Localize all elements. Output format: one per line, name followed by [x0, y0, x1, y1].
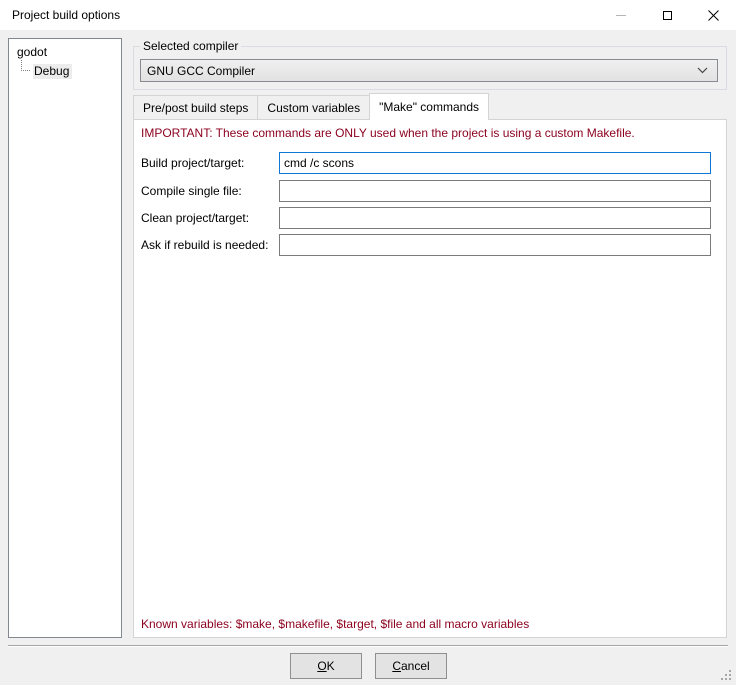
makefile-warning-text: IMPORTANT: These commands are ONLY used …: [141, 126, 635, 140]
compile-single-file-input[interactable]: [279, 180, 711, 202]
tab-pre-post-build-steps[interactable]: Pre/post build steps: [133, 95, 258, 120]
maximize-button[interactable]: [644, 0, 690, 30]
maximize-icon: [663, 11, 672, 20]
tab-label: Custom variables: [267, 101, 360, 115]
resize-grip[interactable]: [719, 668, 732, 681]
tree-item-label: godot: [17, 45, 47, 59]
ask-if-rebuild-needed-label: Ask if rebuild is needed:: [141, 237, 268, 253]
compile-single-file-label: Compile single file:: [141, 183, 242, 199]
tree-item-project[interactable]: godot: [9, 44, 121, 61]
titlebar: Project build options: [0, 0, 736, 30]
ok-button[interactable]: OK: [290, 653, 362, 679]
make-commands-panel: IMPORTANT: These commands are ONLY used …: [133, 119, 727, 638]
tab-label: Pre/post build steps: [143, 101, 248, 115]
clean-project-target-input[interactable]: [279, 207, 711, 229]
build-project-target-input[interactable]: [279, 152, 711, 174]
build-options-tabs: Pre/post build steps Custom variables "M…: [133, 93, 488, 120]
ok-button-label: OK: [317, 659, 334, 673]
cancel-button-label: Cancel: [392, 659, 429, 673]
caption-buttons: [598, 0, 736, 30]
close-button[interactable]: [690, 0, 736, 30]
compiler-select[interactable]: GNU GCC Compiler: [140, 59, 718, 82]
project-build-options-dialog: Project build options godot Debug: [0, 0, 736, 685]
group-label: Selected compiler: [140, 39, 241, 53]
tab-make-commands[interactable]: "Make" commands: [369, 93, 489, 120]
compiler-selected-value: GNU GCC Compiler: [147, 64, 255, 78]
close-icon: [708, 10, 719, 21]
tree-item-label: Debug: [33, 64, 72, 79]
build-project-target-label: Build project/target:: [141, 155, 244, 171]
footer-divider: [8, 645, 728, 647]
cancel-button[interactable]: Cancel: [375, 653, 447, 679]
tree-item-debug[interactable]: Debug: [9, 63, 121, 80]
tab-label: "Make" commands: [379, 100, 479, 114]
clean-project-target-label: Clean project/target:: [141, 210, 249, 226]
minimize-icon: [616, 15, 626, 16]
chevron-down-icon: [697, 67, 708, 74]
tab-custom-variables[interactable]: Custom variables: [257, 95, 370, 120]
build-target-tree: godot Debug: [8, 38, 122, 638]
selected-compiler-group: Selected compiler GNU GCC Compiler: [133, 46, 727, 90]
known-variables-text: Known variables: $make, $makefile, $targ…: [141, 617, 529, 631]
minimize-button[interactable]: [598, 0, 644, 30]
window-title: Project build options: [12, 8, 120, 22]
ask-if-rebuild-needed-input[interactable]: [279, 234, 711, 256]
tree-connector-line: [21, 60, 30, 71]
